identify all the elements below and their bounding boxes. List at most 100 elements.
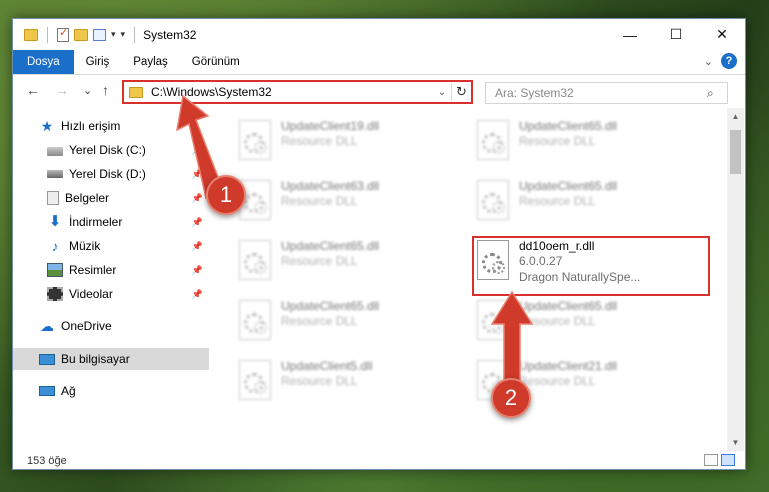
sidebar-item-local-disk-c[interactable]: Yerel Disk (C:) 📌 bbox=[13, 139, 209, 161]
sidebar-item-label: Yerel Disk (D:) bbox=[69, 167, 146, 181]
search-icon[interactable]: ⌕ bbox=[707, 86, 727, 101]
ribbon-tabs: Dosya Giriş Paylaş Görünüm bbox=[13, 50, 745, 74]
ribbon-right-controls: ⌄ ? bbox=[704, 53, 737, 69]
properties-check-icon[interactable] bbox=[57, 26, 69, 42]
pin-icon[interactable]: 📌 bbox=[192, 145, 203, 156]
file-name: dd10oem_r.dll bbox=[519, 239, 595, 253]
file-tile[interactable]: UpdateClient65.dll Resource DLL bbox=[239, 238, 469, 294]
close-button[interactable]: ✕ bbox=[699, 19, 745, 50]
sidebar-item-local-disk-d[interactable]: Yerel Disk (D:) 📌 bbox=[13, 163, 209, 185]
disk-icon bbox=[47, 170, 63, 178]
file-name: UpdateClient19.dll bbox=[281, 119, 380, 133]
sidebar-item-label: Hızlı erişim bbox=[61, 119, 121, 133]
file-tile[interactable]: UpdateClient65.dll Resource DLL bbox=[477, 298, 707, 354]
sidebar-item-label: Ağ bbox=[61, 384, 76, 398]
forward-button[interactable]: → bbox=[55, 82, 69, 98]
sidebar-item-music[interactable]: ♪ Müzik 📌 bbox=[13, 235, 209, 257]
file-type: Resource DLL bbox=[281, 374, 358, 388]
tab-paylas[interactable]: Paylaş bbox=[121, 50, 180, 74]
view-switcher bbox=[704, 454, 735, 466]
recent-locations-button[interactable]: ⌄ bbox=[83, 84, 92, 97]
pin-icon[interactable]: 📌 bbox=[192, 241, 203, 252]
dll-file-icon bbox=[477, 300, 509, 340]
file-tile[interactable]: UpdateClient19.dll Resource DLL bbox=[239, 118, 469, 174]
file-tile-dd10oem[interactable]: dd10oem_r.dll 6.0.0.27 Dragon NaturallyS… bbox=[477, 238, 707, 294]
file-explorer-window: ▾ ▾ System32 — ☐ ✕ Dosya Giriş Paylaş Gö… bbox=[12, 18, 746, 470]
file-type: Resource DLL bbox=[281, 194, 358, 208]
back-button[interactable]: ← bbox=[26, 82, 40, 98]
file-name: UpdateClient65.dll bbox=[519, 179, 618, 193]
search-input[interactable]: Ara: System32 bbox=[495, 86, 707, 100]
status-bar: 153 öğe bbox=[13, 451, 745, 471]
dll-file-icon bbox=[239, 120, 271, 160]
maximize-button[interactable]: ☐ bbox=[653, 19, 699, 50]
details-view-icon[interactable] bbox=[704, 454, 718, 466]
sidebar-item-label: Bu bilgisayar bbox=[61, 352, 130, 366]
tab-dosya[interactable]: Dosya bbox=[13, 50, 74, 74]
address-path[interactable]: C:\Windows\System32 bbox=[151, 85, 433, 99]
title-bar: ▾ ▾ System32 — ☐ ✕ bbox=[13, 19, 745, 50]
pin-icon[interactable]: 📌 bbox=[192, 169, 203, 180]
sidebar-item-label: Müzik bbox=[69, 239, 101, 253]
tiles-view-icon[interactable] bbox=[721, 454, 735, 466]
sidebar-item-videos[interactable]: Videolar 📌 bbox=[13, 283, 209, 305]
new-folder-icon[interactable] bbox=[74, 28, 88, 41]
file-name: UpdateClient21.dll bbox=[519, 359, 618, 373]
document-icon bbox=[47, 191, 59, 205]
pin-icon[interactable]: 📌 bbox=[192, 289, 203, 300]
callout-badge-2: 2 bbox=[491, 378, 531, 418]
sidebar-item-this-pc[interactable]: Bu bilgisayar bbox=[13, 348, 209, 370]
customize-toolbar-icon[interactable]: ▾ bbox=[121, 29, 126, 40]
scroll-down-icon[interactable]: ▼ bbox=[727, 434, 744, 451]
dll-file-icon bbox=[239, 360, 271, 400]
dll-file-icon bbox=[477, 120, 509, 160]
sidebar-item-label: Videolar bbox=[69, 287, 113, 301]
sidebar-item-documents[interactable]: Belgeler 📌 bbox=[13, 187, 209, 209]
address-bar[interactable]: C:\Windows\System32 ⌄ ↻ bbox=[122, 80, 473, 104]
address-dropdown-icon[interactable]: ⌄ bbox=[433, 87, 451, 98]
tab-giris[interactable]: Giriş bbox=[74, 50, 122, 74]
expand-ribbon-icon[interactable]: ⌄ bbox=[704, 55, 713, 68]
pin-icon[interactable]: 📌 bbox=[192, 265, 203, 276]
up-button[interactable]: ↑ bbox=[102, 82, 109, 98]
toolbar-divider bbox=[47, 26, 48, 43]
pin-icon[interactable]: 📌 bbox=[192, 217, 203, 228]
file-tile[interactable]: UpdateClient5.dll Resource DLL bbox=[239, 358, 469, 414]
file-type: Resource DLL bbox=[519, 374, 596, 388]
sidebar-item-pictures[interactable]: Resimler 📌 bbox=[13, 259, 209, 281]
sidebar-item-onedrive[interactable]: ☁ OneDrive bbox=[13, 315, 209, 337]
quick-access-toolbar: ▾ ▾ bbox=[13, 26, 139, 43]
file-type: Resource DLL bbox=[519, 194, 596, 208]
sidebar-item-label: İndirmeler bbox=[69, 215, 123, 229]
view-options-icon[interactable] bbox=[93, 28, 106, 41]
cloud-icon: ☁ bbox=[40, 318, 54, 334]
minimize-button[interactable]: — bbox=[607, 19, 653, 50]
window-controls: — ☐ ✕ bbox=[607, 19, 745, 50]
tab-gorunum[interactable]: Görünüm bbox=[180, 50, 252, 74]
file-name: UpdateClient63.dll bbox=[281, 179, 380, 193]
scroll-up-icon[interactable]: ▲ bbox=[727, 108, 744, 125]
item-count: 153 öğe bbox=[27, 455, 67, 467]
file-name: UpdateClient65.dll bbox=[281, 239, 380, 253]
refresh-icon[interactable]: ↻ bbox=[451, 82, 471, 102]
vertical-scrollbar[interactable]: ▲ ▼ bbox=[727, 108, 744, 451]
file-tile[interactable]: UpdateClient65.dll Resource DLL bbox=[239, 298, 469, 354]
file-name: UpdateClient65.dll bbox=[519, 119, 618, 133]
file-tile[interactable]: UpdateClient65.dll Resource DLL bbox=[477, 118, 707, 174]
search-box[interactable]: Ara: System32 ⌕ bbox=[485, 82, 728, 104]
scroll-thumb[interactable] bbox=[730, 130, 741, 174]
pin-icon[interactable]: 📌 bbox=[192, 193, 203, 204]
file-type: Resource DLL bbox=[281, 254, 358, 268]
sidebar-item-network[interactable]: Ağ bbox=[13, 380, 209, 402]
chevron-down-icon[interactable]: ▾ bbox=[111, 29, 116, 40]
download-icon: ⬇ bbox=[48, 213, 62, 230]
file-type: Resource DLL bbox=[281, 314, 358, 328]
help-icon[interactable]: ? bbox=[721, 53, 737, 69]
sidebar-item-downloads[interactable]: ⬇ İndirmeler 📌 bbox=[13, 211, 209, 233]
file-tile[interactable]: UpdateClient65.dll Resource DLL bbox=[477, 178, 707, 234]
navigation-pane: ★ Hızlı erişim Yerel Disk (C:) 📌 Yerel D… bbox=[13, 115, 209, 451]
star-icon: ★ bbox=[40, 118, 54, 134]
file-tile[interactable]: UpdateClient63.dll Resource DLL bbox=[239, 178, 469, 234]
sidebar-item-quick-access[interactable]: ★ Hızlı erişim bbox=[13, 115, 209, 137]
network-icon bbox=[39, 386, 55, 396]
